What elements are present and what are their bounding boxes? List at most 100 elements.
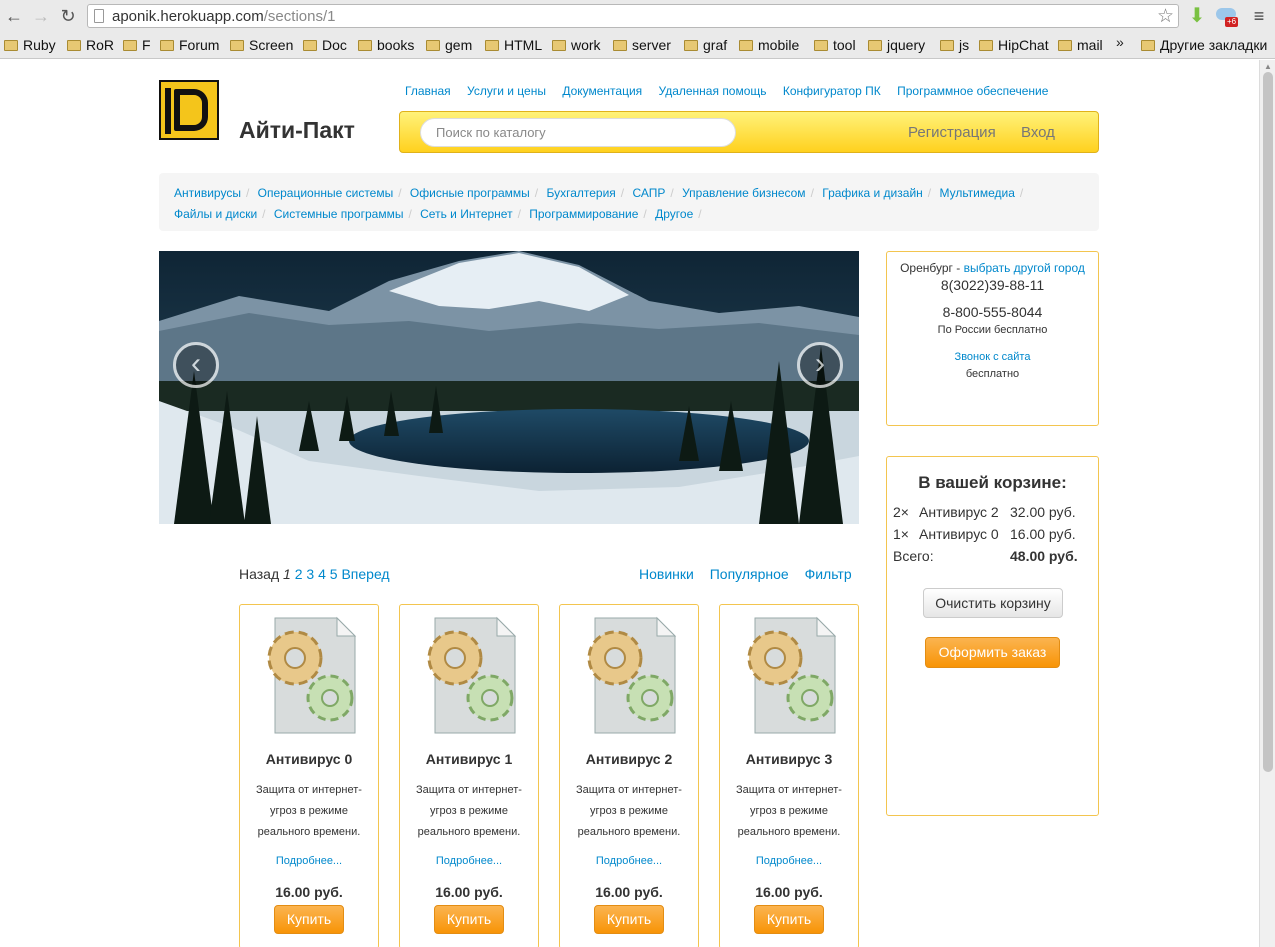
pager-page[interactable]: 2 (295, 566, 303, 582)
category-cad[interactable]: САПР (632, 186, 665, 200)
nav-remote-help[interactable]: Удаленная помощь (659, 84, 767, 98)
change-city-link[interactable]: выбрать другой город (964, 261, 1085, 275)
clear-cart-button[interactable]: Очистить корзину (923, 588, 1063, 618)
product-title[interactable]: Антивирус 3 (720, 751, 858, 767)
bookmark-star-icon[interactable]: ☆ (1157, 5, 1174, 28)
page-scrollbar[interactable]: ▲ (1259, 60, 1275, 947)
product-more-link[interactable]: Подробнее... (720, 855, 858, 867)
bookmark-folder[interactable]: jquery (868, 36, 925, 54)
category-antivirus[interactable]: Антивирусы (174, 186, 241, 200)
nav-home[interactable]: Главная (405, 84, 451, 98)
callback-link[interactable]: Звонок с сайта (887, 351, 1098, 363)
pagination: Назад 1 2 3 4 5 Вперед (239, 566, 390, 582)
filter-link[interactable]: Фильтр (805, 566, 852, 582)
category-os[interactable]: Операционные системы (258, 186, 394, 200)
other-bookmarks-folder[interactable]: Другие закладки (1141, 36, 1267, 54)
category-programming[interactable]: Программирование (529, 207, 638, 221)
bookmark-folder[interactable]: mail (1058, 36, 1103, 54)
product-more-link[interactable]: Подробнее... (400, 855, 538, 867)
product-title[interactable]: Антивирус 1 (400, 751, 538, 767)
bookmark-folder[interactable]: server (613, 36, 671, 54)
checkout-button[interactable]: Оформить заказ (925, 637, 1060, 668)
city-line: Оренбург - выбрать другой город (900, 261, 1085, 275)
bookmark-folder[interactable]: F (123, 36, 151, 54)
category-business[interactable]: Управление бизнесом (682, 186, 805, 200)
category-office[interactable]: Офисные программы (410, 186, 530, 200)
buy-button[interactable]: Купить (754, 905, 824, 934)
sort-new[interactable]: Новинки (639, 566, 694, 582)
bookmark-folder[interactable]: Forum (160, 36, 219, 54)
folder-icon (940, 40, 954, 51)
cart-box: В вашей корзине: 2× Антивирус 2 32.00 ру… (886, 456, 1099, 816)
bookmark-folder[interactable]: HTML (485, 36, 542, 54)
city-name: Оренбург (900, 261, 953, 275)
nav-docs[interactable]: Документация (562, 84, 642, 98)
register-link[interactable]: Регистрация (908, 124, 996, 141)
category-files[interactable]: Файлы и диски (174, 207, 257, 221)
category-accounting[interactable]: Бухгалтерия (546, 186, 615, 200)
download-arrow-icon[interactable]: ⬇ (1186, 5, 1208, 27)
phone-local: 8(3022)39-88-11 (940, 277, 1045, 293)
product-price: 16.00 руб. (435, 884, 503, 900)
scrollbar-thumb[interactable] (1263, 72, 1273, 772)
address-bar[interactable]: aponik.herokuapp.com/sections/1 ☆ (87, 4, 1179, 28)
site-title[interactable]: Айти-Пакт (239, 117, 355, 144)
product-card: Антивирус 0 Защита от интернет-угроз в р… (239, 604, 379, 947)
carousel-next-button[interactable]: › (797, 342, 843, 388)
bookmark-folder[interactable]: Doc (303, 36, 347, 54)
catalog-search-input[interactable] (420, 118, 736, 147)
more-bookmarks-icon[interactable]: » (1116, 34, 1124, 50)
site-logo[interactable] (159, 80, 219, 140)
nav-software[interactable]: Программное обеспечение (897, 84, 1048, 98)
forward-icon[interactable]: → (31, 6, 51, 26)
bookmark-folder[interactable]: HipChat (979, 36, 1049, 54)
reload-icon[interactable]: ↻ (58, 6, 78, 26)
scroll-up-icon[interactable]: ▲ (1264, 62, 1272, 71)
bookmark-folder[interactable]: js (940, 36, 969, 54)
carousel-landscape-image (159, 251, 859, 524)
bookmark-folder[interactable]: work (552, 36, 601, 54)
bookmark-folder[interactable]: Screen (230, 36, 293, 54)
product-description: Защита от интернет-угроз в режиме реальн… (576, 784, 682, 838)
pager-page[interactable]: 5 (330, 566, 338, 582)
product-title[interactable]: Антивирус 2 (560, 751, 698, 767)
category-system[interactable]: Системные программы (274, 207, 404, 221)
buy-button[interactable]: Купить (274, 905, 344, 934)
buy-button[interactable]: Купить (434, 905, 504, 934)
product-more-link[interactable]: Подробнее... (240, 855, 378, 867)
bookmarks-bar: Ruby RoR F Forum Screen Doc books gem HT… (0, 32, 1275, 59)
bookmark-folder[interactable]: books (358, 36, 414, 54)
bookmark-folder[interactable]: Ruby (4, 36, 56, 54)
product-card: Антивирус 3 Защита от интернет-угроз в р… (719, 604, 859, 947)
product-title[interactable]: Антивирус 0 (240, 751, 378, 767)
carousel-prev-button[interactable]: ‹ (173, 342, 219, 388)
bookmark-folder[interactable]: gem (426, 36, 472, 54)
bookmark-folder[interactable]: RoR (67, 36, 114, 54)
bookmark-folder[interactable]: graf (684, 36, 727, 54)
product-description: Защита от интернет-угроз в режиме реальн… (256, 784, 362, 838)
bookmark-folder[interactable]: tool (814, 36, 856, 54)
top-navigation: Главная Услуги и цены Документация Удале… (405, 84, 1061, 98)
product-more-link[interactable]: Подробнее... (560, 855, 698, 867)
folder-icon (1058, 40, 1072, 51)
nav-pc-configurator[interactable]: Конфигуратор ПК (783, 84, 881, 98)
cart-item-row: 2× Антивирус 2 32.00 руб. (893, 504, 1076, 520)
login-link[interactable]: Вход (1021, 124, 1055, 141)
pager-page[interactable]: 4 (318, 566, 326, 582)
pager-page[interactable]: 3 (306, 566, 314, 582)
buy-button[interactable]: Купить (594, 905, 664, 934)
category-network[interactable]: Сеть и Интернет (420, 207, 512, 221)
sort-popular[interactable]: Популярное (710, 566, 789, 582)
category-graphics[interactable]: Графика и дизайн (822, 186, 923, 200)
category-row: Антивирусы / Операционные системы / Офисны… (174, 186, 1024, 200)
url-text[interactable]: aponik.herokuapp.com/sections/1 (112, 8, 335, 25)
bookmark-folder[interactable]: mobile (739, 36, 799, 54)
image-carousel: ‹ › (159, 251, 859, 524)
cloud-extension-icon[interactable]: +6 (1216, 5, 1239, 27)
pager-next[interactable]: Вперед (341, 566, 389, 582)
category-other[interactable]: Другое (655, 207, 693, 221)
category-multimedia[interactable]: Мультимедиа (939, 186, 1014, 200)
menu-icon[interactable]: ≡ (1248, 5, 1270, 27)
nav-services[interactable]: Услуги и цены (467, 84, 546, 98)
back-icon[interactable]: ← (4, 6, 24, 26)
